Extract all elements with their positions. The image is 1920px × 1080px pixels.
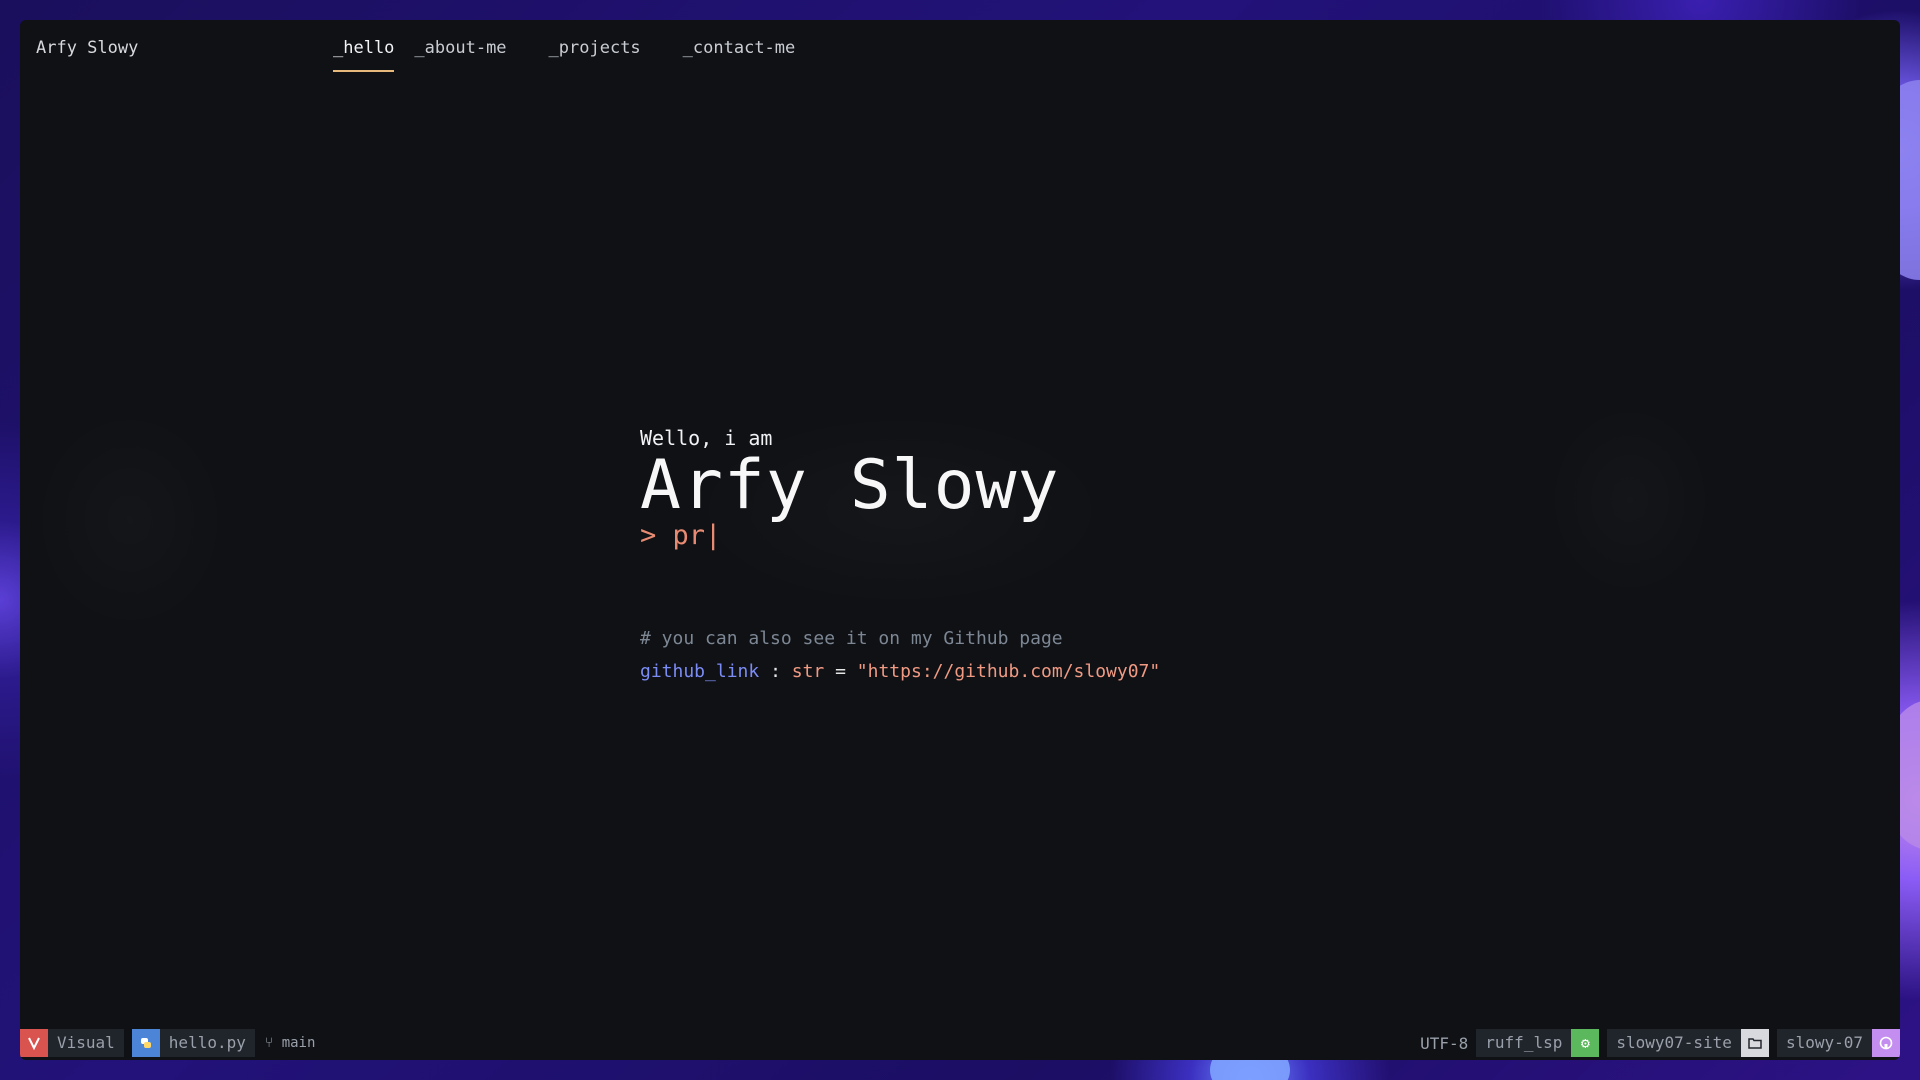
github-icon[interactable] xyxy=(1872,1029,1900,1057)
gear-icon[interactable]: ⚙ xyxy=(1571,1029,1600,1057)
lsp-label: ruff_lsp xyxy=(1476,1029,1572,1057)
main-nav: _hello _about-me _projects _contact-me xyxy=(333,38,795,72)
file-name[interactable]: hello.py xyxy=(159,1029,255,1057)
github-link[interactable]: "https://github.com/slowy07" xyxy=(857,661,1160,682)
code-equals: = xyxy=(835,661,846,682)
python-icon xyxy=(131,1029,160,1057)
vim-icon xyxy=(20,1029,48,1057)
git-branch[interactable]: ⑂ main xyxy=(265,1035,316,1051)
code-snippet: # you can also see it on my Github page … xyxy=(640,628,1160,682)
project-indicator: slowy07-site xyxy=(1607,1029,1769,1057)
encoding-label: UTF-8 xyxy=(1420,1033,1469,1053)
status-bar: Visual hello.py ⑂ main UTF-8 ruff_lsp ⚙ … xyxy=(20,1026,1900,1060)
prompt-symbol: > xyxy=(640,520,657,551)
terminal-window: Arfy Slowy _hello _about-me _projects _c… xyxy=(20,20,1900,1060)
git-branch-label: main xyxy=(281,1035,316,1051)
hero-section: Wello, i am Arfy Slowy > pr| xyxy=(640,426,1059,551)
project-label: slowy07-site xyxy=(1607,1029,1741,1057)
top-navigation-bar: Arfy Slowy _hello _about-me _projects _c… xyxy=(20,20,1900,80)
typed-text: pr xyxy=(672,520,706,551)
lsp-indicator: ruff_lsp ⚙ xyxy=(1476,1029,1600,1057)
typing-caret: | xyxy=(705,520,722,551)
status-bar-right: UTF-8 ruff_lsp ⚙ slowy07-site slowy-07 xyxy=(1420,1026,1900,1060)
hero-name: Arfy Slowy xyxy=(640,446,1060,525)
code-line-github: github_link : str = "https://github.com/… xyxy=(640,661,1160,682)
mode-indicator: Visual xyxy=(20,1029,124,1057)
code-colon: : xyxy=(770,661,781,682)
status-bar-left: Visual hello.py ⑂ main xyxy=(20,1026,315,1060)
nav-tab-projects[interactable]: _projects xyxy=(549,38,641,72)
user-label: slowy-07 xyxy=(1776,1029,1872,1057)
code-type: str xyxy=(791,661,825,682)
mode-label: Visual xyxy=(48,1029,124,1057)
git-branch-icon: ⑂ xyxy=(264,1035,274,1051)
code-variable: github_link xyxy=(640,661,760,682)
user-indicator: slowy-07 xyxy=(1776,1029,1900,1057)
site-brand[interactable]: Arfy Slowy xyxy=(36,38,138,58)
folder-icon[interactable] xyxy=(1740,1029,1769,1057)
nav-tab-about-me[interactable]: _about-me xyxy=(414,38,506,72)
code-comment: # you can also see it on my Github page xyxy=(640,628,1063,649)
file-indicator: hello.py xyxy=(131,1029,255,1057)
nav-tab-contact-me[interactable]: _contact-me xyxy=(683,38,796,72)
nav-tab-hello[interactable]: _hello xyxy=(333,38,395,72)
